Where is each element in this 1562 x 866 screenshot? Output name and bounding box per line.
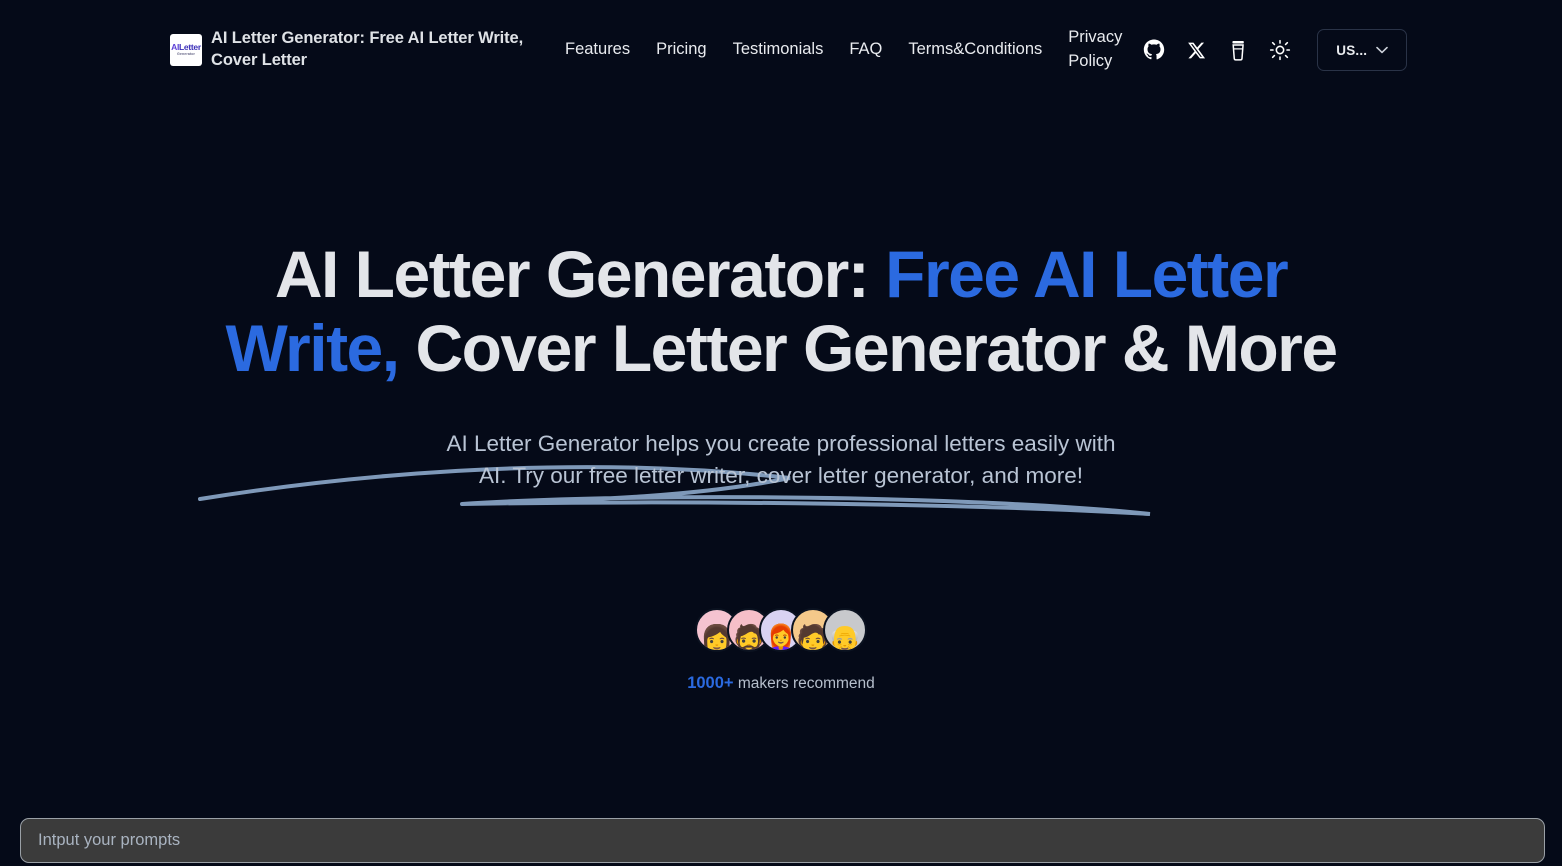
logo-text-letter: Letter: [179, 42, 201, 53]
logo-text-ai: AI: [171, 42, 180, 53]
nav-link-features[interactable]: Features: [552, 38, 643, 62]
makers-recommend-label: 1000+ makers recommend: [687, 674, 875, 693]
nav-link-pricing[interactable]: Pricing: [643, 38, 719, 62]
github-icon[interactable]: [1133, 29, 1175, 71]
avatar: 👴: [823, 608, 867, 653]
social-proof: 👩 🧔 👩‍🦰 🧑 👴 1000+ makers recommend: [0, 608, 1562, 693]
language-selector[interactable]: US...: [1317, 29, 1408, 71]
header-icons: [1133, 29, 1301, 71]
chevron-down-icon: [1376, 41, 1389, 59]
nav-link-terms[interactable]: Terms&Conditions: [895, 38, 1055, 62]
nav-link-faq[interactable]: FAQ: [836, 38, 895, 62]
page-title: AI Letter Generator: Free AI Letter Writ…: [191, 237, 1371, 386]
sun-icon[interactable]: [1259, 29, 1301, 71]
buy-me-a-coffee-icon[interactable]: [1217, 29, 1259, 71]
nav-link-privacy-policy[interactable]: Privacy Policy: [1055, 26, 1131, 74]
main-nav: Features Pricing Testimonials FAQ Terms&…: [552, 26, 1131, 74]
prompt-input[interactable]: [38, 819, 1527, 862]
brand-title: AI Letter Generator: Free AI Letter Writ…: [211, 29, 524, 69]
avatar-group: 👩 🧔 👩‍🦰 🧑 👴: [695, 608, 867, 653]
site-header: AILetter Generator AI Letter Generator: …: [0, 0, 1562, 100]
hero-subtitle: AI Letter Generator helps you create pro…: [446, 430, 1116, 488]
hero-title-line-1: AI Letter Generator:: [274, 237, 870, 311]
nav-link-testimonials[interactable]: Testimonials: [720, 38, 837, 62]
hero-section: AI Letter Generator: Free AI Letter Writ…: [0, 100, 1562, 693]
x-twitter-icon[interactable]: [1175, 29, 1217, 71]
avatar-face: 👴: [828, 624, 862, 653]
hero-title-rest: Cover Letter Generator & More: [398, 310, 1338, 385]
language-selector-label: US...: [1336, 42, 1368, 58]
brand-logo-icon: AILetter Generator: [170, 34, 202, 66]
makers-suffix: makers recommend: [733, 675, 875, 693]
makers-count: 1000+: [687, 674, 734, 693]
brand[interactable]: AILetter Generator AI Letter Generator: …: [170, 28, 542, 72]
prompt-bar[interactable]: [20, 818, 1545, 863]
logo-subtext: Generator: [176, 52, 196, 57]
